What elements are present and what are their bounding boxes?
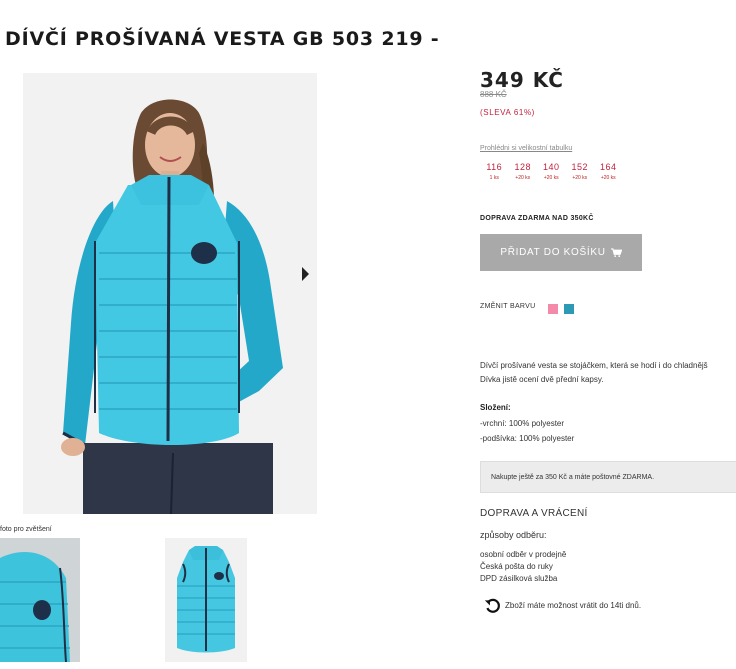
size-value: 152 <box>571 162 589 172</box>
size-value: 116 <box>486 162 503 172</box>
return-policy: Zboží máte možnost vrátit do 14ti dnů. <box>484 597 641 614</box>
product-description: Dívčí prošívané vesta se stojáčkem, kter… <box>480 359 708 387</box>
size-stock: +20 ks <box>600 175 616 181</box>
product-price: 349 KČ <box>480 68 564 92</box>
size-option-128[interactable]: 128 +20 ks <box>509 162 538 181</box>
size-option-140[interactable]: 140 +20 ks <box>537 162 566 181</box>
size-selector: 116 1 ks 128 +20 ks 140 +20 ks 152 +20 k… <box>480 162 623 181</box>
return-arrow-icon <box>484 598 500 613</box>
composition-outer: -vrchní: 100% polyester <box>480 419 565 428</box>
vest-detail-image <box>0 538 80 662</box>
cart-icon <box>610 248 622 257</box>
delivery-methods-heading: způsoby odběru: <box>480 530 547 540</box>
change-color-label: ZMĚNIT BARVU <box>480 303 536 310</box>
size-option-164[interactable]: 164 +20 ks <box>594 162 623 181</box>
delivery-method: osobní odběr v prodejně <box>480 550 567 559</box>
delivery-method: Česká pošta do ruky <box>480 562 553 571</box>
add-to-cart-button[interactable]: PŘIDAT DO KOŠÍKU <box>480 234 642 271</box>
old-price: 888 KČ <box>480 90 507 99</box>
free-shipping-note: DOPRAVA ZDARMA NAD 350KČ <box>480 215 594 222</box>
product-title: DÍVČÍ PROŠÍVANÁ VESTA GB 503 219 - <box>5 28 440 50</box>
add-to-cart-label: PŘIDAT DO KOŠÍKU <box>500 247 606 258</box>
size-stock: 1 ks <box>489 175 499 181</box>
free-shipping-banner: Nakupte ještě za 350 Kč a máte poštovné … <box>480 461 736 493</box>
color-swatch-pink[interactable] <box>548 304 558 314</box>
description-line: Dívka jistě ocení dvě přední kapsy. <box>480 375 604 384</box>
delivery-methods-list: osobní odběr v prodejně Česká pošta do r… <box>480 549 566 585</box>
size-option-152[interactable]: 152 +20 ks <box>566 162 595 181</box>
return-policy-text: Zboží máte možnost vrátit do 14ti dnů. <box>505 601 642 610</box>
size-stock: +20 ks <box>515 175 531 181</box>
size-stock: +20 ks <box>543 175 559 181</box>
size-value: 140 <box>542 162 560 172</box>
discount-label: (SLEVA 61%) <box>480 108 535 117</box>
thumbnail-front[interactable] <box>165 538 247 662</box>
girl-vest-illustration <box>61 99 283 514</box>
thumbnail-detail[interactable] <box>0 538 80 662</box>
composition-list: -vrchní: 100% polyester -podšívka: 100% … <box>480 416 574 446</box>
color-swatch-teal[interactable] <box>564 304 574 314</box>
next-image-arrow-icon[interactable] <box>302 267 309 281</box>
size-value: 128 <box>514 162 532 172</box>
composition-heading: Složení: <box>480 403 511 412</box>
shipping-returns-heading: DOPRAVA A VRÁCENÍ <box>480 508 588 519</box>
size-value: 164 <box>599 162 617 172</box>
size-stock: +20 ks <box>572 175 588 181</box>
size-table-link[interactable]: Prohlédni si velikostní tabulku <box>480 145 572 152</box>
description-line: Dívčí prošívané vesta se stojáčkem, kter… <box>480 361 708 370</box>
composition-lining: -podšívka: 100% polyester <box>480 434 575 443</box>
vest-front-image <box>177 546 235 653</box>
main-product-image[interactable] <box>23 73 317 514</box>
zoom-hint: foto pro zvětšení <box>0 526 52 533</box>
size-option-116[interactable]: 116 1 ks <box>480 162 509 181</box>
delivery-method: DPD zásilková služba <box>480 574 558 583</box>
